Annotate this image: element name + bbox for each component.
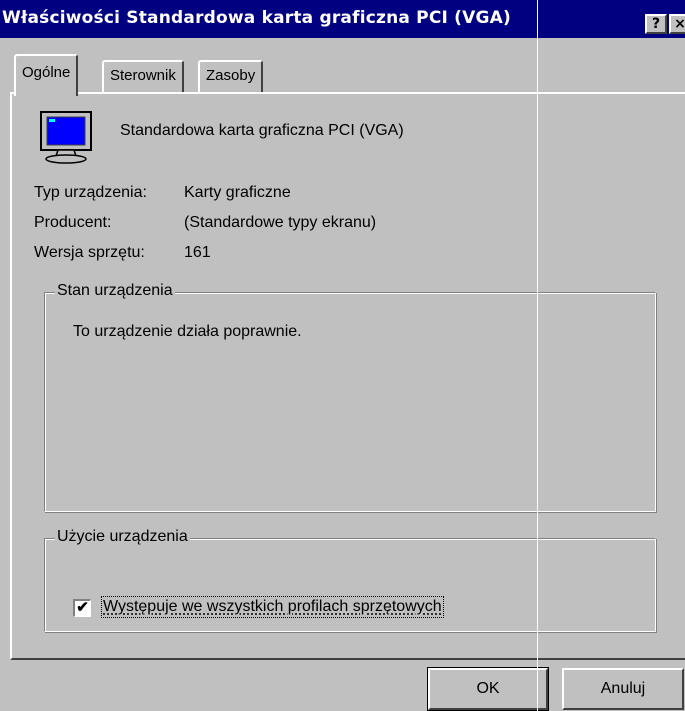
device-type-value: Karty graficzne	[184, 184, 291, 201]
cancel-button[interactable]: Anuluj	[562, 668, 684, 710]
all-profiles-checkbox[interactable]: ✔	[73, 599, 91, 617]
ok-button[interactable]: OK	[427, 667, 549, 711]
hardware-version-value: 161	[184, 244, 211, 261]
manufacturer-value: (Standardowe typy ekranu)	[184, 214, 377, 231]
hardware-version-label: Wersja sprzętu:	[34, 244, 145, 261]
monitor-icon	[40, 111, 92, 164]
device-status-legend: Stan urządzenia	[55, 282, 175, 300]
device-status-text: To urządzenie działa poprawnie.	[73, 323, 302, 340]
window-title: Właściwości Standardowa karta graficzna …	[2, 8, 511, 28]
all-profiles-checkbox-label[interactable]: Występuje we wszystkich profilach sprzęt…	[101, 596, 444, 618]
screen-divider-line	[537, 0, 538, 711]
tab-driver[interactable]: Sterownik	[102, 60, 184, 92]
close-button[interactable]: ×	[669, 14, 685, 34]
device-usage-group: Użycie urządzenia ✔ Występuje we wszystk…	[44, 528, 656, 632]
tab-resources[interactable]: Zasoby	[198, 60, 264, 92]
device-name: Standardowa karta graficzna PCI (VGA)	[120, 122, 404, 139]
device-usage-legend: Użycie urządzenia	[55, 528, 190, 546]
properties-dialog: Właściwości Standardowa karta graficzna …	[0, 0, 685, 711]
tab-general[interactable]: Ogólne	[14, 54, 79, 96]
device-status-group: Stan urządzenia To urządzenie działa pop…	[44, 282, 656, 512]
title-bar[interactable]: Właściwości Standardowa karta graficzna …	[0, 0, 685, 38]
help-button[interactable]: ?	[645, 14, 667, 34]
device-type-label: Typ urządzenia:	[34, 184, 147, 201]
manufacturer-label: Producent:	[34, 214, 112, 231]
